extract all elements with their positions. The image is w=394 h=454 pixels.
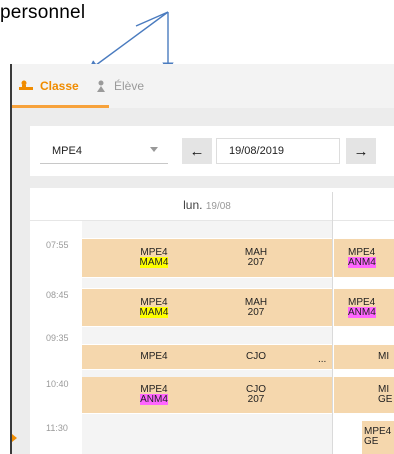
date-input[interactable]: 19/08/2019	[216, 138, 340, 164]
lesson-class: MPE4	[140, 351, 168, 362]
day-header: lun. 19/08	[82, 198, 332, 212]
empty-row	[82, 278, 332, 288]
tab-eleve[interactable]: Élève	[95, 79, 144, 93]
current-time-marker	[12, 434, 17, 442]
lesson-teacher: CJO	[246, 351, 266, 362]
class-select-value: MPE4	[52, 144, 82, 157]
empty-row	[82, 327, 332, 344]
empty-row	[82, 370, 332, 377]
tab-classe[interactable]: Classe	[18, 79, 79, 93]
date-value: 19/08/2019	[229, 145, 285, 157]
lesson-room: 207	[247, 307, 265, 318]
more-indicator[interactable]: ...	[318, 355, 326, 365]
day-date: 19/08	[205, 201, 231, 212]
empty-row	[82, 414, 332, 454]
tab-classe-label: Classe	[40, 79, 79, 93]
lesson-slot[interactable]: MPE4 ANM4 CJO 207	[82, 377, 332, 413]
class-select[interactable]: MPE4	[40, 138, 168, 164]
lesson-slot[interactable]: MPE4 ANM4	[334, 239, 394, 277]
lesson-extra: GE	[378, 394, 393, 405]
classroom-icon	[19, 80, 33, 90]
next-day-button[interactable]: →	[346, 138, 376, 164]
time-label: 11:30	[46, 423, 68, 433]
time-label: 09:35	[46, 333, 69, 343]
time-label: 07:55	[46, 240, 69, 250]
lesson-room: 207	[247, 394, 265, 405]
lesson-slot[interactable]: MPE4 GE	[362, 421, 394, 454]
prev-day-button[interactable]: ←	[182, 138, 212, 164]
day-column-divider	[332, 192, 333, 454]
lesson-group: MAM4	[139, 307, 169, 318]
lesson-group: ANM4	[348, 257, 376, 268]
lesson-group: ANM4	[348, 307, 376, 318]
empty-row	[82, 221, 332, 238]
lesson-slot[interactable]: MPE4 MAM4 MAH 207	[82, 289, 332, 326]
lesson-slot[interactable]: MPE4 CJO ...	[82, 345, 332, 369]
lesson-slot[interactable]: MPE4 ANM4	[334, 289, 394, 326]
chevron-down-icon	[150, 147, 158, 152]
lesson-slot[interactable]: MI GE	[334, 377, 394, 413]
lesson-class: MI	[378, 351, 390, 362]
arrow-right-icon: →	[353, 142, 369, 160]
lesson-room: 207	[247, 257, 265, 268]
lesson-slot[interactable]: MPE4 MAM4 MAH 207	[82, 239, 332, 277]
arrow-left-icon: ←	[189, 142, 205, 160]
lesson-extra: GE	[364, 436, 379, 447]
student-icon	[97, 80, 105, 92]
lesson-group: MAM4	[139, 257, 169, 268]
day-label: lun.	[183, 198, 203, 212]
time-label: 10:40	[46, 379, 69, 389]
tab-eleve-label: Élève	[114, 79, 145, 93]
lesson-group: ANM4	[140, 394, 168, 405]
lesson-slot[interactable]: MI	[334, 345, 394, 369]
time-label: 08:45	[46, 290, 69, 300]
